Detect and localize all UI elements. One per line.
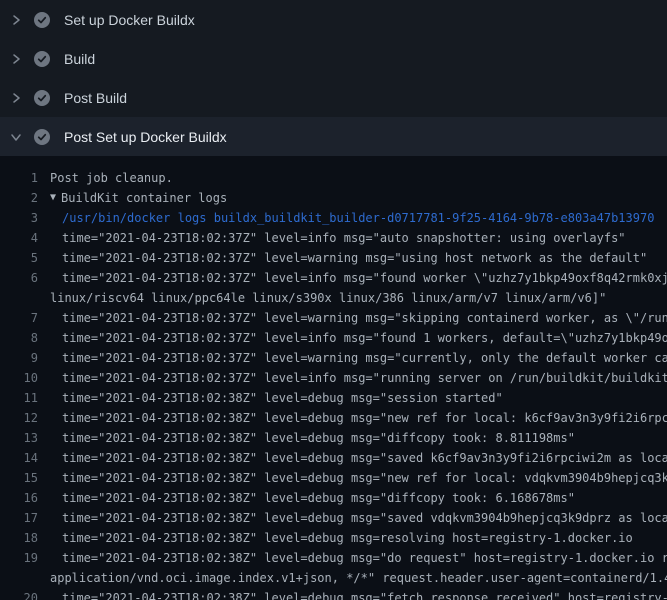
log-line-number[interactable]: 14	[0, 448, 38, 468]
log-row: 5 time="2021-04-23T18:02:37Z" level=warn…	[0, 248, 667, 268]
log-line-number[interactable]: 15	[0, 468, 38, 488]
log-line-text: time="2021-04-23T18:02:38Z" level=debug …	[62, 408, 667, 428]
log-line-number[interactable]: 3	[0, 208, 38, 228]
log-row: 6 time="2021-04-23T18:02:37Z" level=info…	[0, 268, 667, 288]
log-line-text: time="2021-04-23T18:02:38Z" level=debug …	[62, 588, 667, 600]
log-line-number[interactable]: 11	[0, 388, 38, 408]
log-line-text: linux/riscv64 linux/ppc64le linux/s390x …	[50, 288, 606, 308]
log-line-number[interactable]: 10	[0, 368, 38, 388]
log-row: 2 ▼ BuildKit container logs	[0, 188, 667, 208]
step-row[interactable]: Post Build	[0, 78, 667, 117]
log-row: 8 time="2021-04-23T18:02:37Z" level=info…	[0, 328, 667, 348]
log-row: 16 time="2021-04-23T18:02:38Z" level=deb…	[0, 488, 667, 508]
log-line-text: time="2021-04-23T18:02:37Z" level=warnin…	[62, 308, 667, 328]
log-line-text: time="2021-04-23T18:02:37Z" level=warnin…	[62, 348, 667, 368]
chevron-right-icon[interactable]	[10, 14, 22, 26]
step-label: Post Set up Docker Buildx	[64, 129, 227, 145]
log-row: 15 time="2021-04-23T18:02:38Z" level=deb…	[0, 468, 667, 488]
chevron-right-icon[interactable]	[10, 92, 22, 104]
log-line-text: time="2021-04-23T18:02:37Z" level=info m…	[62, 328, 667, 348]
log-line-number[interactable]: 20	[0, 588, 38, 600]
log-line-text: time="2021-04-23T18:02:37Z" level=info m…	[62, 268, 667, 288]
step-row[interactable]: Post Set up Docker Buildx	[0, 117, 667, 156]
log-row: 1 Post job cleanup.	[0, 168, 667, 188]
step-label: Set up Docker Buildx	[64, 12, 195, 28]
log-row: 11 time="2021-04-23T18:02:38Z" level=deb…	[0, 388, 667, 408]
step-label: Post Build	[64, 90, 127, 106]
log-line-text: time="2021-04-23T18:02:37Z" level=warnin…	[62, 248, 647, 268]
check-circle-icon	[34, 12, 50, 28]
log-row: 12 time="2021-04-23T18:02:38Z" level=deb…	[0, 408, 667, 428]
log-line-number[interactable]: 16	[0, 488, 38, 508]
log-line-text: BuildKit container logs	[61, 188, 227, 208]
log-line-number[interactable]: 18	[0, 528, 38, 548]
chevron-down-icon[interactable]	[10, 131, 22, 143]
log-row: 14 time="2021-04-23T18:02:38Z" level=deb…	[0, 448, 667, 468]
log-line-number[interactable]: 6	[0, 268, 38, 288]
log-line-text: time="2021-04-23T18:02:38Z" level=debug …	[62, 488, 575, 508]
log-line-number[interactable]: 19	[0, 548, 38, 568]
step-row[interactable]: Set up Docker Buildx	[0, 0, 667, 39]
log-line-text: time="2021-04-23T18:02:38Z" level=debug …	[62, 468, 667, 488]
log-row: 20 time="2021-04-23T18:02:38Z" level=deb…	[0, 588, 667, 600]
log-row: 19 time="2021-04-23T18:02:38Z" level=deb…	[0, 548, 667, 568]
log-line-number[interactable]: 12	[0, 408, 38, 428]
log-line-text: time="2021-04-23T18:02:38Z" level=debug …	[62, 428, 575, 448]
log-line-text: /usr/bin/docker logs buildx_buildkit_bui…	[62, 208, 654, 228]
log-line-number[interactable]: 1	[0, 168, 38, 188]
check-circle-icon	[34, 90, 50, 106]
group-toggle-icon[interactable]: ▼	[50, 188, 56, 208]
log-line-text: time="2021-04-23T18:02:38Z" level=debug …	[62, 528, 633, 548]
log-row: 9 time="2021-04-23T18:02:37Z" level=warn…	[0, 348, 667, 368]
log-panel[interactable]: 1 Post job cleanup. 2 ▼ BuildKit contain…	[0, 156, 667, 600]
steps-panel: Set up Docker Buildx Build Post Buil	[0, 0, 667, 156]
log-line-text: time="2021-04-23T18:02:38Z" level=debug …	[62, 548, 667, 568]
log-row: 18 time="2021-04-23T18:02:38Z" level=deb…	[0, 528, 667, 548]
step-label: Build	[64, 51, 95, 67]
check-circle-icon	[34, 129, 50, 145]
log-line-number[interactable]: 4	[0, 228, 38, 248]
chevron-right-icon[interactable]	[10, 53, 22, 65]
log-row: application/vnd.oci.image.index.v1+json,…	[0, 568, 667, 588]
log-line-number[interactable]: 8	[0, 328, 38, 348]
log-line-text: Post job cleanup.	[50, 168, 173, 188]
log-line-text: time="2021-04-23T18:02:38Z" level=debug …	[62, 388, 503, 408]
log-line-number[interactable]: 17	[0, 508, 38, 528]
log-line-text: time="2021-04-23T18:02:38Z" level=debug …	[62, 508, 667, 528]
log-line-number[interactable]: 9	[0, 348, 38, 368]
log-line-text: time="2021-04-23T18:02:37Z" level=info m…	[62, 228, 626, 248]
log-line-number[interactable]	[0, 288, 38, 308]
log-row: 7 time="2021-04-23T18:02:37Z" level=warn…	[0, 308, 667, 328]
log-line-number[interactable]: 7	[0, 308, 38, 328]
log-line-number[interactable]	[0, 568, 38, 588]
log-line-text: time="2021-04-23T18:02:37Z" level=info m…	[62, 368, 667, 388]
log-row: 17 time="2021-04-23T18:02:38Z" level=deb…	[0, 508, 667, 528]
log-line-number[interactable]: 5	[0, 248, 38, 268]
check-circle-icon	[34, 51, 50, 67]
log-row: 13 time="2021-04-23T18:02:38Z" level=deb…	[0, 428, 667, 448]
log-line-number[interactable]: 13	[0, 428, 38, 448]
log-row: 10 time="2021-04-23T18:02:37Z" level=inf…	[0, 368, 667, 388]
log-line-text: application/vnd.oci.image.index.v1+json,…	[50, 568, 667, 588]
log-row: linux/riscv64 linux/ppc64le linux/s390x …	[0, 288, 667, 308]
log-row: 3 /usr/bin/docker logs buildx_buildkit_b…	[0, 208, 667, 228]
log-line-number[interactable]: 2	[0, 188, 38, 208]
step-row[interactable]: Build	[0, 39, 667, 78]
log-line-text: time="2021-04-23T18:02:38Z" level=debug …	[62, 448, 667, 468]
log-row: 4 time="2021-04-23T18:02:37Z" level=info…	[0, 228, 667, 248]
